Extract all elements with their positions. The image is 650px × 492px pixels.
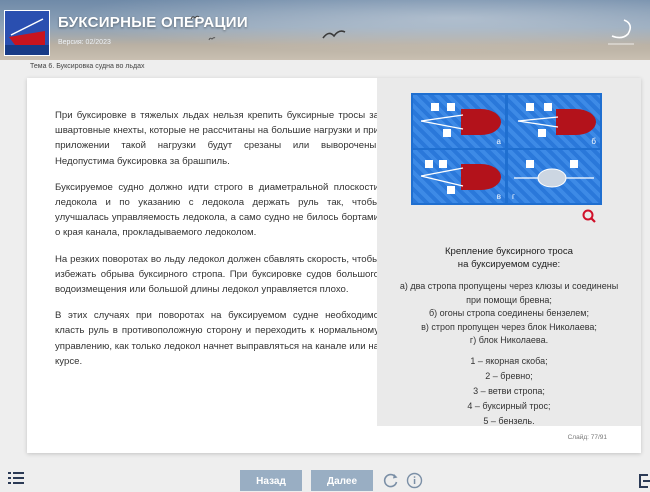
seagull-icon [322, 30, 346, 39]
legend-item: 1 – якорная скоба; [470, 356, 548, 366]
seagull-icon [208, 37, 216, 41]
slide-card: При буксировке в тяжелых льдах нельзя кр… [27, 78, 641, 453]
legend-item: 2 – бревно; [485, 371, 533, 381]
panel-label: а [496, 137, 501, 146]
panel-label: г [512, 192, 515, 201]
reload-icon[interactable] [382, 472, 399, 489]
paragraph: При буксировке в тяжелых льдах нельзя кр… [55, 110, 379, 167]
towing-diagram[interactable]: а б в г [411, 93, 602, 205]
legend-item: 5 – бензель. [483, 416, 535, 426]
caption-title-line: Крепление буксирного троса [444, 246, 574, 257]
brand-swirl-logo-icon [608, 19, 634, 45]
info-icon[interactable] [406, 472, 423, 489]
caption-line: б) огоны стропа соединены бензелем; [428, 308, 589, 318]
diagram-cell-c: в [413, 150, 505, 203]
paragraph: На резких поворотах во льду ледокол долж… [55, 253, 379, 296]
legend-item: 4 – буксирный трос; [467, 401, 551, 411]
seagull-icon [190, 15, 200, 20]
ship-logo-icon [4, 10, 50, 56]
app-version: Версия: 02/2023 [58, 39, 111, 46]
legend-item: 3 – ветви стропа; [473, 386, 545, 396]
diagram-cell-b: б [508, 95, 600, 148]
paragraph: Буксируемое судно должно идти строго в д… [55, 181, 379, 239]
panel-label: в [496, 192, 501, 201]
caption-line: г) блок Николаева. [469, 335, 549, 345]
slide-text: При буксировке в тяжелых льдах нельзя кр… [55, 108, 379, 380]
app-title: БУКСИРНЫЕ ОПЕРАЦИИ [58, 14, 248, 31]
paragraph: В этих случаях при поворотах на буксируе… [55, 310, 379, 367]
figure-caption-title: Крепление буксирного троса на буксируемо… [377, 245, 641, 271]
figure-legend: 1 – якорная скоба; 2 – бревно; 3 – ветви… [377, 354, 641, 429]
diagram-cell-a: а [413, 95, 505, 148]
exit-icon[interactable] [638, 473, 650, 489]
diagram-cell-d: г [508, 150, 600, 203]
panel-label: б [591, 137, 596, 146]
topic-breadcrumb: Тема 6. Буксировка судна во льдах [30, 63, 145, 70]
caption-line: а) два стропа пропущены через клюзы и со… [399, 281, 619, 291]
caption-title-line: на буксируемом судне: [457, 259, 561, 270]
menu-list-icon[interactable] [8, 472, 24, 484]
zoom-icon[interactable] [582, 209, 596, 223]
figure-panel: а б в г Крепление буксирного троса на бу… [377, 78, 641, 426]
slide-counter: Слайд: 77/91 [567, 434, 607, 441]
figure-caption: а) два стропа пропущены через клюзы и со… [383, 280, 635, 348]
prev-button[interactable]: Назад [240, 470, 302, 491]
next-button[interactable]: Далее [311, 470, 373, 491]
caption-line: при помощи бревна; [466, 294, 552, 305]
app-header: БУКСИРНЫЕ ОПЕРАЦИИ Версия: 02/2023 [0, 0, 650, 60]
caption-line: в) строп пропущен через блок Николаева; [421, 321, 597, 332]
